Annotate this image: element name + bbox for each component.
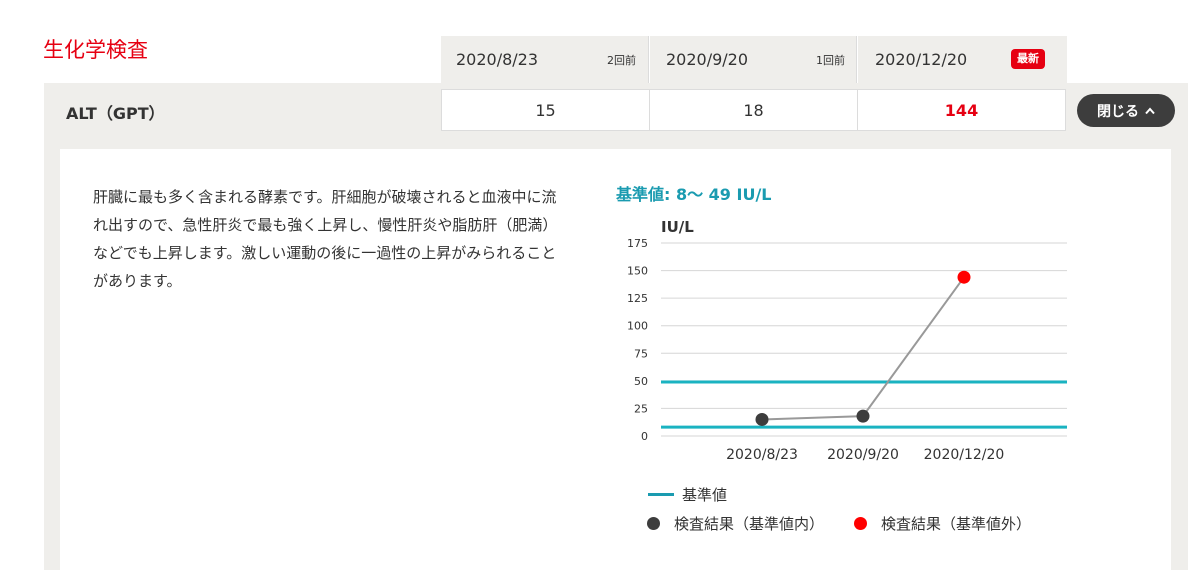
legend-dot-normal [647,517,660,530]
date-header-1: 2020/8/23 2回前 [441,36,649,83]
close-button-label: 閉じる [1097,103,1139,120]
legend-label: 基準値 [682,486,728,504]
data-point-normal [856,409,870,423]
section-title: 生化学検査 [43,38,148,62]
close-button[interactable]: 閉じる [1077,94,1175,127]
test-description: 肝臓に最も多く含まれる酵素です。肝細胞が破壊されると血液中に流れ出すので、急性肝… [93,188,558,290]
y-tick-label: 175 [627,237,648,250]
legend-abnormal: 検査結果（基準値外） [854,513,1031,534]
date-label: 2020/12/20 [875,50,968,69]
legend-label: 検査結果（基準値内） [674,515,825,533]
y-tick-label: 0 [641,430,648,443]
data-point-normal [755,412,769,426]
date-header-3: 2020/12/20 最新 [858,36,1067,83]
latest-badge: 最新 [1011,49,1045,69]
alt-trend-chart: IU/L 0 25 50 75 100 125 150 175 2020/8/23 2020/9/2… [627,218,1067,463]
y-tick-label: 75 [634,347,648,360]
y-tick-label: 50 [634,375,648,388]
x-tick-label: 2020/12/20 [924,447,1005,463]
y-tick-label: 25 [634,402,648,415]
value-cell-1: 15 [441,89,650,131]
legend-dot-abnormal [854,517,867,530]
visit-tag: 2回前 [607,53,636,67]
legend-line-swatch [648,493,674,496]
date-label: 2020/9/20 [666,50,749,69]
visit-tag: 1回前 [816,53,845,67]
legend-reference: 基準値 [648,484,727,505]
chevron-up-icon [1145,103,1155,119]
x-tick-label: 2020/9/20 [827,447,899,463]
date-header-2: 2020/9/20 1回前 [650,36,857,83]
date-label: 2020/8/23 [456,50,539,69]
legend-label: 検査結果（基準値外） [881,515,1032,533]
value-cell-3: 144 [857,89,1066,131]
value-cell-2: 18 [649,89,858,131]
y-tick-label: 150 [627,265,648,278]
legend-normal: 検査結果（基準値内） [647,513,824,534]
y-tick-label: 100 [627,320,648,333]
x-tick-label: 2020/8/23 [726,447,798,463]
reference-range-title: 基準値: 8〜 49 IU/L [616,185,772,204]
data-point-abnormal [957,270,971,284]
test-name: ALT（GPT） [66,104,165,123]
y-axis-label: IU/L [661,218,694,236]
y-tick-label: 125 [627,292,648,305]
